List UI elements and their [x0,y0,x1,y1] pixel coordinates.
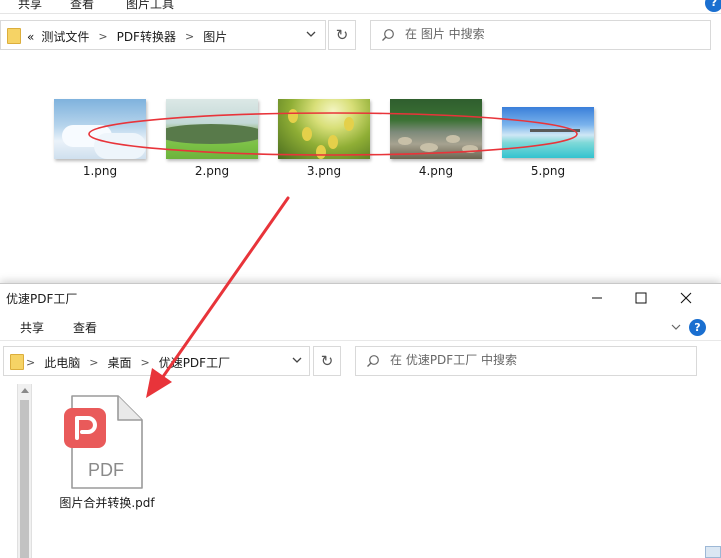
file-thumbnail[interactable] [502,107,594,158]
breadcrumb-overflow[interactable]: « [27,30,34,44]
file-name[interactable]: 2.png [166,164,258,178]
file-name[interactable]: 1.png [54,164,146,178]
search-icon [382,29,394,41]
file-thumbnail[interactable] [278,99,370,159]
chevron-right-icon[interactable]: > [98,30,107,43]
chevron-right-icon[interactable]: > [185,30,194,43]
breadcrumb: « 测试文件 > PDF转换器 > 图片 [27,28,227,45]
bottom-explorer-window: 优速PDF工厂 共享 查看 ? > 此电脑 > 桌面 > 优速PDF工厂 ↻ 在… [0,283,721,558]
search-box[interactable] [370,20,711,50]
top-tab-share[interactable]: 共享 [18,0,42,12]
scrollbar-thumb[interactable] [20,400,29,558]
file-name[interactable]: 3.png [278,164,370,178]
breadcrumb-item[interactable]: 优速PDF工厂 [159,354,230,371]
file-name[interactable]: 4.png [390,164,482,178]
search-box[interactable] [355,346,697,376]
refresh-icon: ↻ [320,352,334,370]
maximize-icon [635,292,647,304]
refresh-icon: ↻ [335,26,349,44]
taskbar-tray-icon [705,546,721,558]
file-name[interactable]: 图片合并转换.pdf [52,494,162,511]
tab-view[interactable]: 查看 [73,319,97,336]
minimize-button[interactable] [574,284,620,312]
search-icon [367,355,379,367]
search-input[interactable] [390,353,650,367]
minimize-icon [592,297,602,299]
top-tab-view[interactable]: 查看 [70,0,94,12]
breadcrumb-item[interactable]: 桌面 [107,354,131,371]
pdf-icon-text: PDF [88,460,124,480]
help-icon[interactable]: ? [705,0,721,12]
folder-icon [7,28,21,44]
breadcrumb: > 此电脑 > 桌面 > 优速PDF工厂 [26,354,230,371]
chevron-right-icon[interactable]: > [89,356,98,369]
chevron-right-icon[interactable]: > [140,356,149,369]
file-thumbnail[interactable] [166,99,258,159]
breadcrumb-item[interactable]: 测试文件 [41,28,89,45]
maximize-button[interactable] [618,284,664,312]
window-title: 优速PDF工厂 [6,292,78,306]
close-icon [680,292,692,304]
help-icon[interactable]: ? [689,319,706,336]
pdf-file-icon[interactable]: PDF [62,394,144,492]
vertical-scrollbar[interactable] [17,384,32,558]
breadcrumb-item[interactable]: 此电脑 [44,354,80,371]
breadcrumb-item[interactable]: 图片 [203,28,227,45]
scroll-up-icon[interactable] [21,388,29,393]
folder-icon [10,354,24,370]
refresh-button[interactable]: ↻ [328,20,356,50]
tab-share[interactable]: 共享 [20,319,44,336]
expand-ribbon-icon[interactable] [670,321,682,333]
breadcrumb-item[interactable]: PDF转换器 [117,28,176,45]
file-thumbnail[interactable] [54,99,146,159]
file-thumbnail[interactable] [390,99,482,159]
address-bar[interactable]: « 测试文件 > PDF转换器 > 图片 [0,20,326,50]
search-input[interactable] [405,27,665,41]
address-bar[interactable]: > 此电脑 > 桌面 > 优速PDF工厂 [3,346,310,376]
file-name[interactable]: 5.png [502,164,594,178]
chevron-right-icon[interactable]: > [26,356,35,369]
top-ribbon: 共享 查看 图片工具 ? [0,0,721,14]
chevron-down-icon[interactable] [292,355,302,365]
divider [0,340,721,341]
refresh-button[interactable]: ↻ [313,346,341,376]
chevron-down-icon[interactable] [306,29,316,39]
top-tab-picture-tools[interactable]: 图片工具 [126,0,174,12]
close-button[interactable] [664,284,710,312]
